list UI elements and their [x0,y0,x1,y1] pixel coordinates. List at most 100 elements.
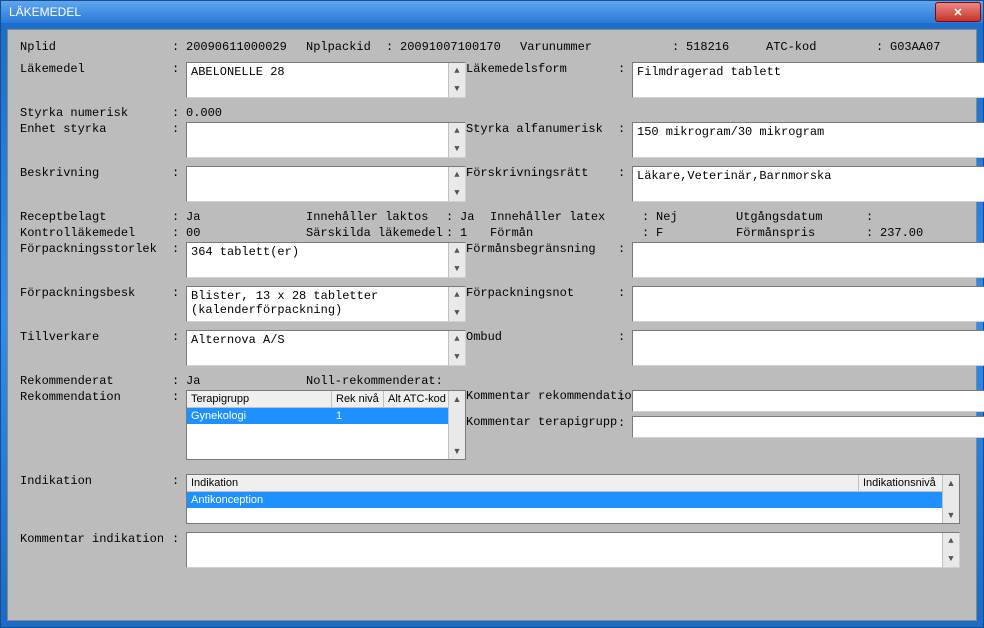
scrollbar[interactable]: ▲▼ [448,331,465,365]
up-arrow-icon[interactable]: ▲ [943,533,959,549]
formansbegransning-field[interactable]: ▲▼ [632,242,984,278]
up-arrow-icon[interactable]: ▲ [449,287,465,303]
nplid-value: 20090611000029 [186,40,306,54]
col-rekniva[interactable]: Rek nivå [332,391,384,407]
kontrollakemedel-label: Kontrolläkemedel [20,226,172,240]
forpackningsbesk-value: Blister, 13 x 28 tabletter (kalenderförp… [191,289,441,317]
tillverkare-label: Tillverkare [20,330,172,344]
scrollbar[interactable]: ▲▼ [942,533,959,567]
forpackningsbesk-label: Förpackningsbesk [20,286,172,300]
enhet-styrka-label: Enhet styrka [20,122,172,136]
atc-value: G03AA07 [890,40,940,54]
sarskilda-label: Särskilda läkemedel [306,226,446,240]
latex-value: Nej [656,210,736,224]
scrollbar[interactable]: ▲▼ [448,391,465,459]
down-arrow-icon[interactable]: ▼ [449,81,465,97]
forpackningsstorlek-label: Förpackningsstorlek [20,242,172,256]
styrka-alfa-field[interactable]: 150 mikrogram/30 mikrogram ▲▼ [632,122,984,158]
forskrivningsratt-field[interactable]: Läkare,Veterinär,Barnmorska ▲▼ [632,166,984,202]
styrka-num-value: 0.000 [186,106,222,120]
formansbegransning-label: Förmånsbegränsning [466,242,618,256]
down-arrow-icon[interactable]: ▼ [449,141,465,157]
kommentar-rek-field[interactable]: ▲▼ [632,390,984,412]
client-area: Nplid : 20090611000029 Nplpackid : 20091… [7,29,977,621]
forpackningsbesk-field[interactable]: Blister, 13 x 28 tabletter (kalenderförp… [186,286,466,322]
styrka-alfa-label: Styrka alfanumerisk [466,122,618,136]
enhet-styrka-field[interactable]: ▲▼ [186,122,466,158]
forpackningsstorlek-value: 364 tablett(er) [191,245,299,259]
scrollbar[interactable]: ▲▼ [448,243,465,277]
col-indikation[interactable]: Indikation [187,475,859,491]
kommentar-indikation-label: Kommentar indikation [20,532,172,546]
down-arrow-icon[interactable]: ▼ [943,551,959,567]
up-arrow-icon[interactable]: ▲ [449,243,465,259]
window-title: LÄKEMEDEL [9,5,81,19]
table-row[interactable]: Antikonception 1 [187,492,959,508]
up-arrow-icon[interactable]: ▲ [943,475,959,491]
window: LÄKEMEDEL ✕ Nplid : 20090611000029 Nplpa… [0,0,984,628]
varunummer-label: Varunummer [520,40,672,54]
ombud-label: Ombud [466,330,618,344]
close-icon: ✕ [953,6,962,19]
forskrivningsratt-value: Läkare,Veterinär,Barnmorska [637,169,831,183]
col-terapigrupp[interactable]: Terapigrupp [187,391,332,407]
forpackningsstorlek-field[interactable]: 364 tablett(er) ▲▼ [186,242,466,278]
kommentar-rek-label: Kommentar rekommendation [466,390,618,403]
up-arrow-icon[interactable]: ▲ [449,331,465,347]
scrollbar[interactable]: ▲▼ [448,287,465,321]
cell-terapigrupp: Gynekologi [187,408,332,424]
sarskilda-value: 1 [460,226,467,240]
lakemedel-label: Läkemedel [20,62,172,76]
nollrek-label: Noll-rekommenderat: [306,374,443,388]
cell-indikation: Antikonception [187,492,859,508]
latex-label: Innehåller latex [490,210,642,224]
formanspris-value: 237.00 [880,226,923,240]
ombud-field[interactable]: ▲▼ [632,330,984,366]
lakemedelsform-label: Läkemedelsform [466,62,618,76]
styrka-alfa-value: 150 mikrogram/30 mikrogram [637,125,824,139]
close-button[interactable]: ✕ [935,2,981,22]
laktos-label: Innehåller laktos [306,210,446,224]
down-arrow-icon[interactable]: ▼ [449,305,465,321]
table-row[interactable]: Gynekologi 1 [187,408,465,424]
rekommendation-grid[interactable]: Terapigrupp Rek nivå Alt ATC-kod Gynekol… [186,390,466,460]
styrka-num-label: Styrka numerisk [20,106,172,120]
tillverkare-field[interactable]: Alternova A/S ▲▼ [186,330,466,366]
titlebar: LÄKEMEDEL ✕ [1,1,983,23]
kommentar-indikation-field[interactable]: ▲▼ [186,532,960,568]
receptbelagt-label: Receptbelagt [20,210,172,224]
down-arrow-icon[interactable]: ▼ [449,261,465,277]
down-arrow-icon[interactable]: ▼ [449,443,465,459]
beskrivning-field[interactable]: ▲▼ [186,166,466,202]
lakemedelsform-field[interactable]: Filmdragerad tablett ▲▼ [632,62,984,98]
beskrivning-label: Beskrivning [20,166,172,180]
utgangsdatum-label: Utgångsdatum [736,210,866,224]
up-arrow-icon[interactable]: ▲ [449,123,465,139]
scrollbar[interactable]: ▲▼ [448,167,465,201]
down-arrow-icon[interactable]: ▼ [943,507,959,523]
forpackningsnot-label: Förpackningsnot [466,286,618,300]
varunummer-value: 518216 [686,40,766,54]
indikation-grid[interactable]: Indikation Indikationsnivå Antikonceptio… [186,474,960,524]
down-arrow-icon[interactable]: ▼ [449,185,465,201]
receptbelagt-value: Ja [186,210,306,224]
down-arrow-icon[interactable]: ▼ [449,349,465,365]
up-arrow-icon[interactable]: ▲ [449,391,465,407]
forman-label: Förmån [490,226,642,240]
scrollbar[interactable]: ▲▼ [448,63,465,97]
laktos-value: Ja [460,210,474,224]
scrollbar[interactable]: ▲▼ [448,123,465,157]
up-arrow-icon[interactable]: ▲ [449,63,465,79]
indikation-label: Indikation [20,474,172,488]
formanspris-label: Förmånspris [736,226,866,240]
kommentar-terapi-label: Kommentar terapigrupp [466,416,618,429]
scrollbar[interactable]: ▲▼ [942,475,959,523]
forpackningsnot-field[interactable]: ▲▼ [632,286,984,322]
rekommenderat-label: Rekommenderat [20,374,172,388]
kommentar-terapi-field[interactable]: ▲▼ [632,416,984,438]
nplid-label: Nplid [20,40,172,54]
rekommendation-label: Rekommendation [20,390,172,404]
tillverkare-value: Alternova A/S [191,333,285,347]
up-arrow-icon[interactable]: ▲ [449,167,465,183]
lakemedel-field[interactable]: ABELONELLE 28 ▲▼ [186,62,466,98]
